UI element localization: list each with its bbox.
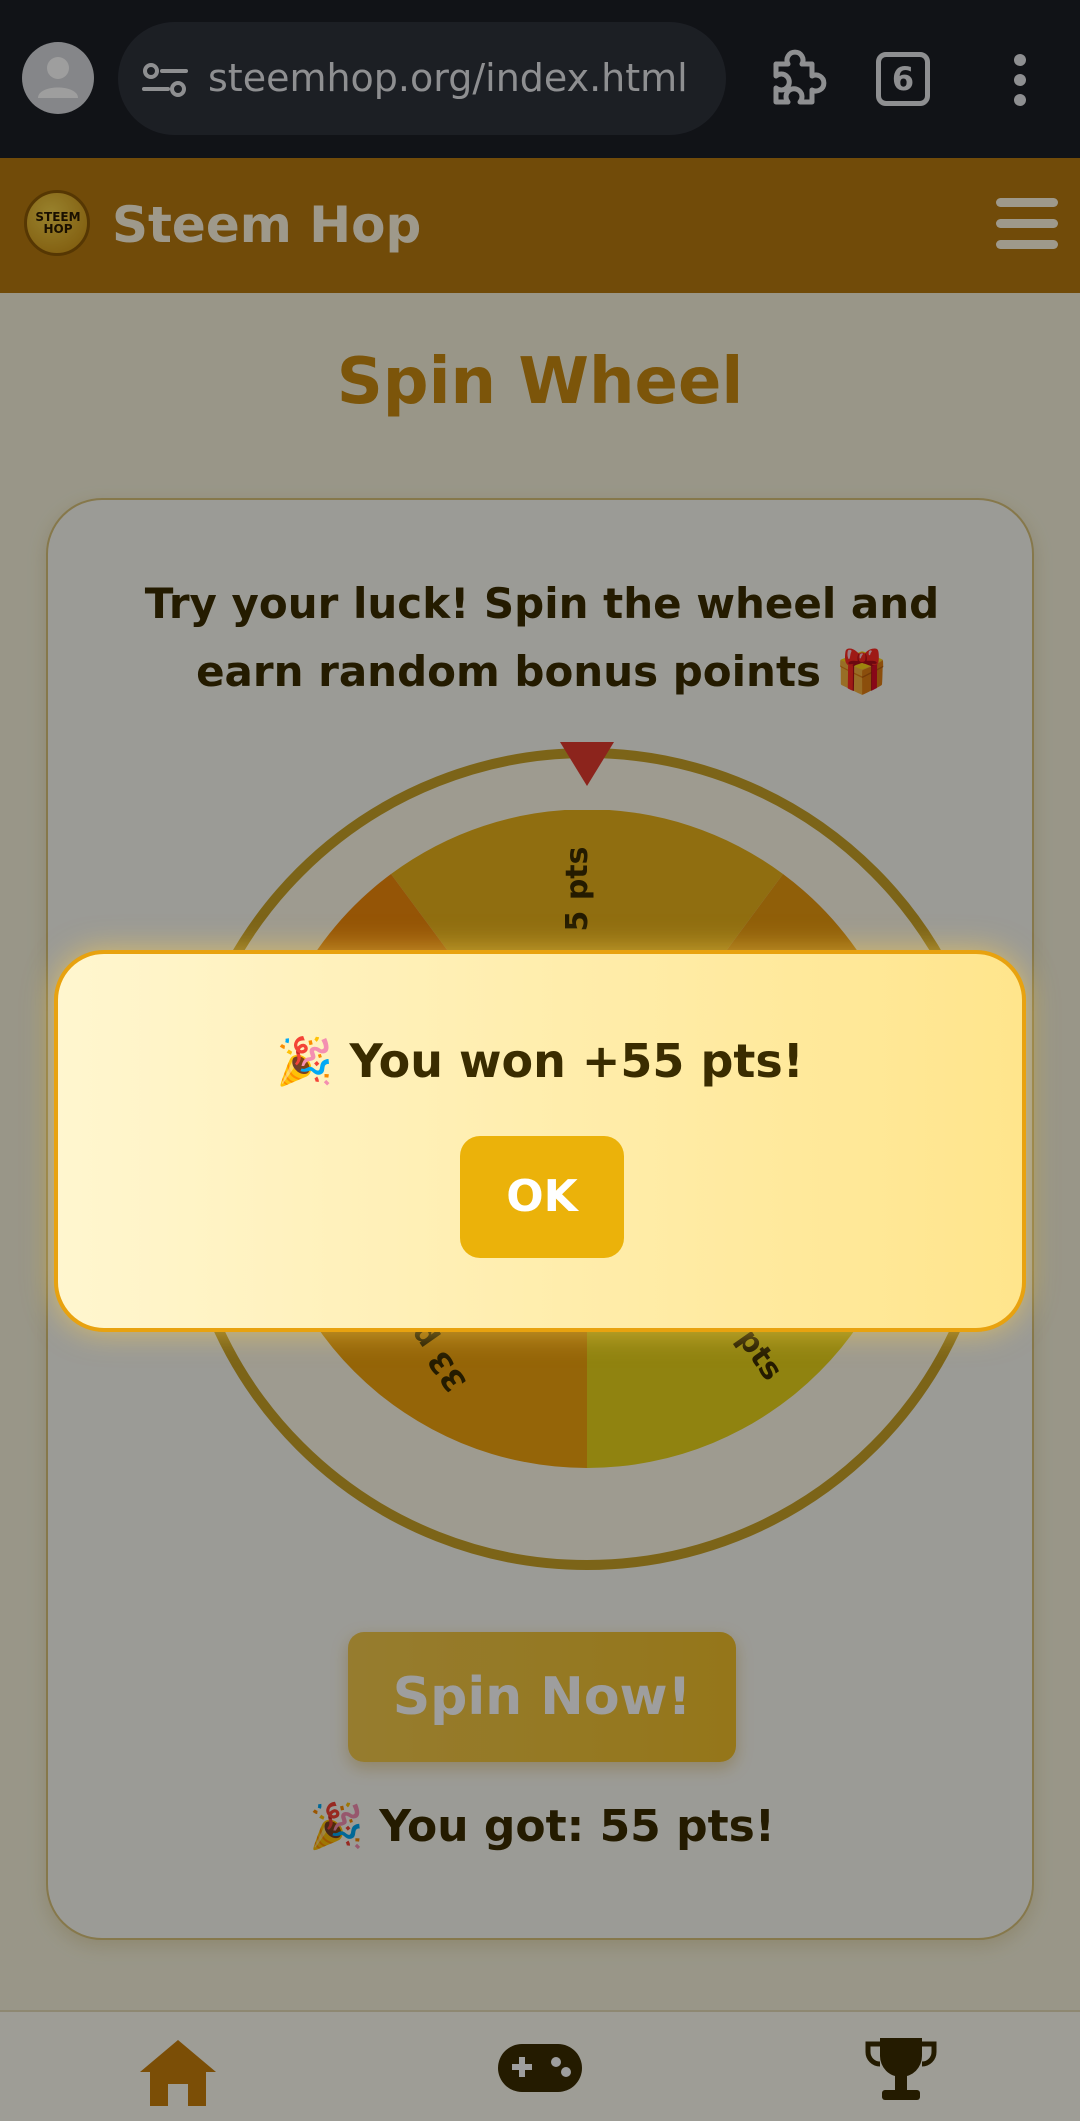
win-dialog: 🎉 You won +55 pts! OK	[54, 950, 1026, 1332]
win-message: 🎉 You won +55 pts!	[276, 1034, 804, 1088]
ok-button[interactable]: OK	[460, 1136, 624, 1258]
